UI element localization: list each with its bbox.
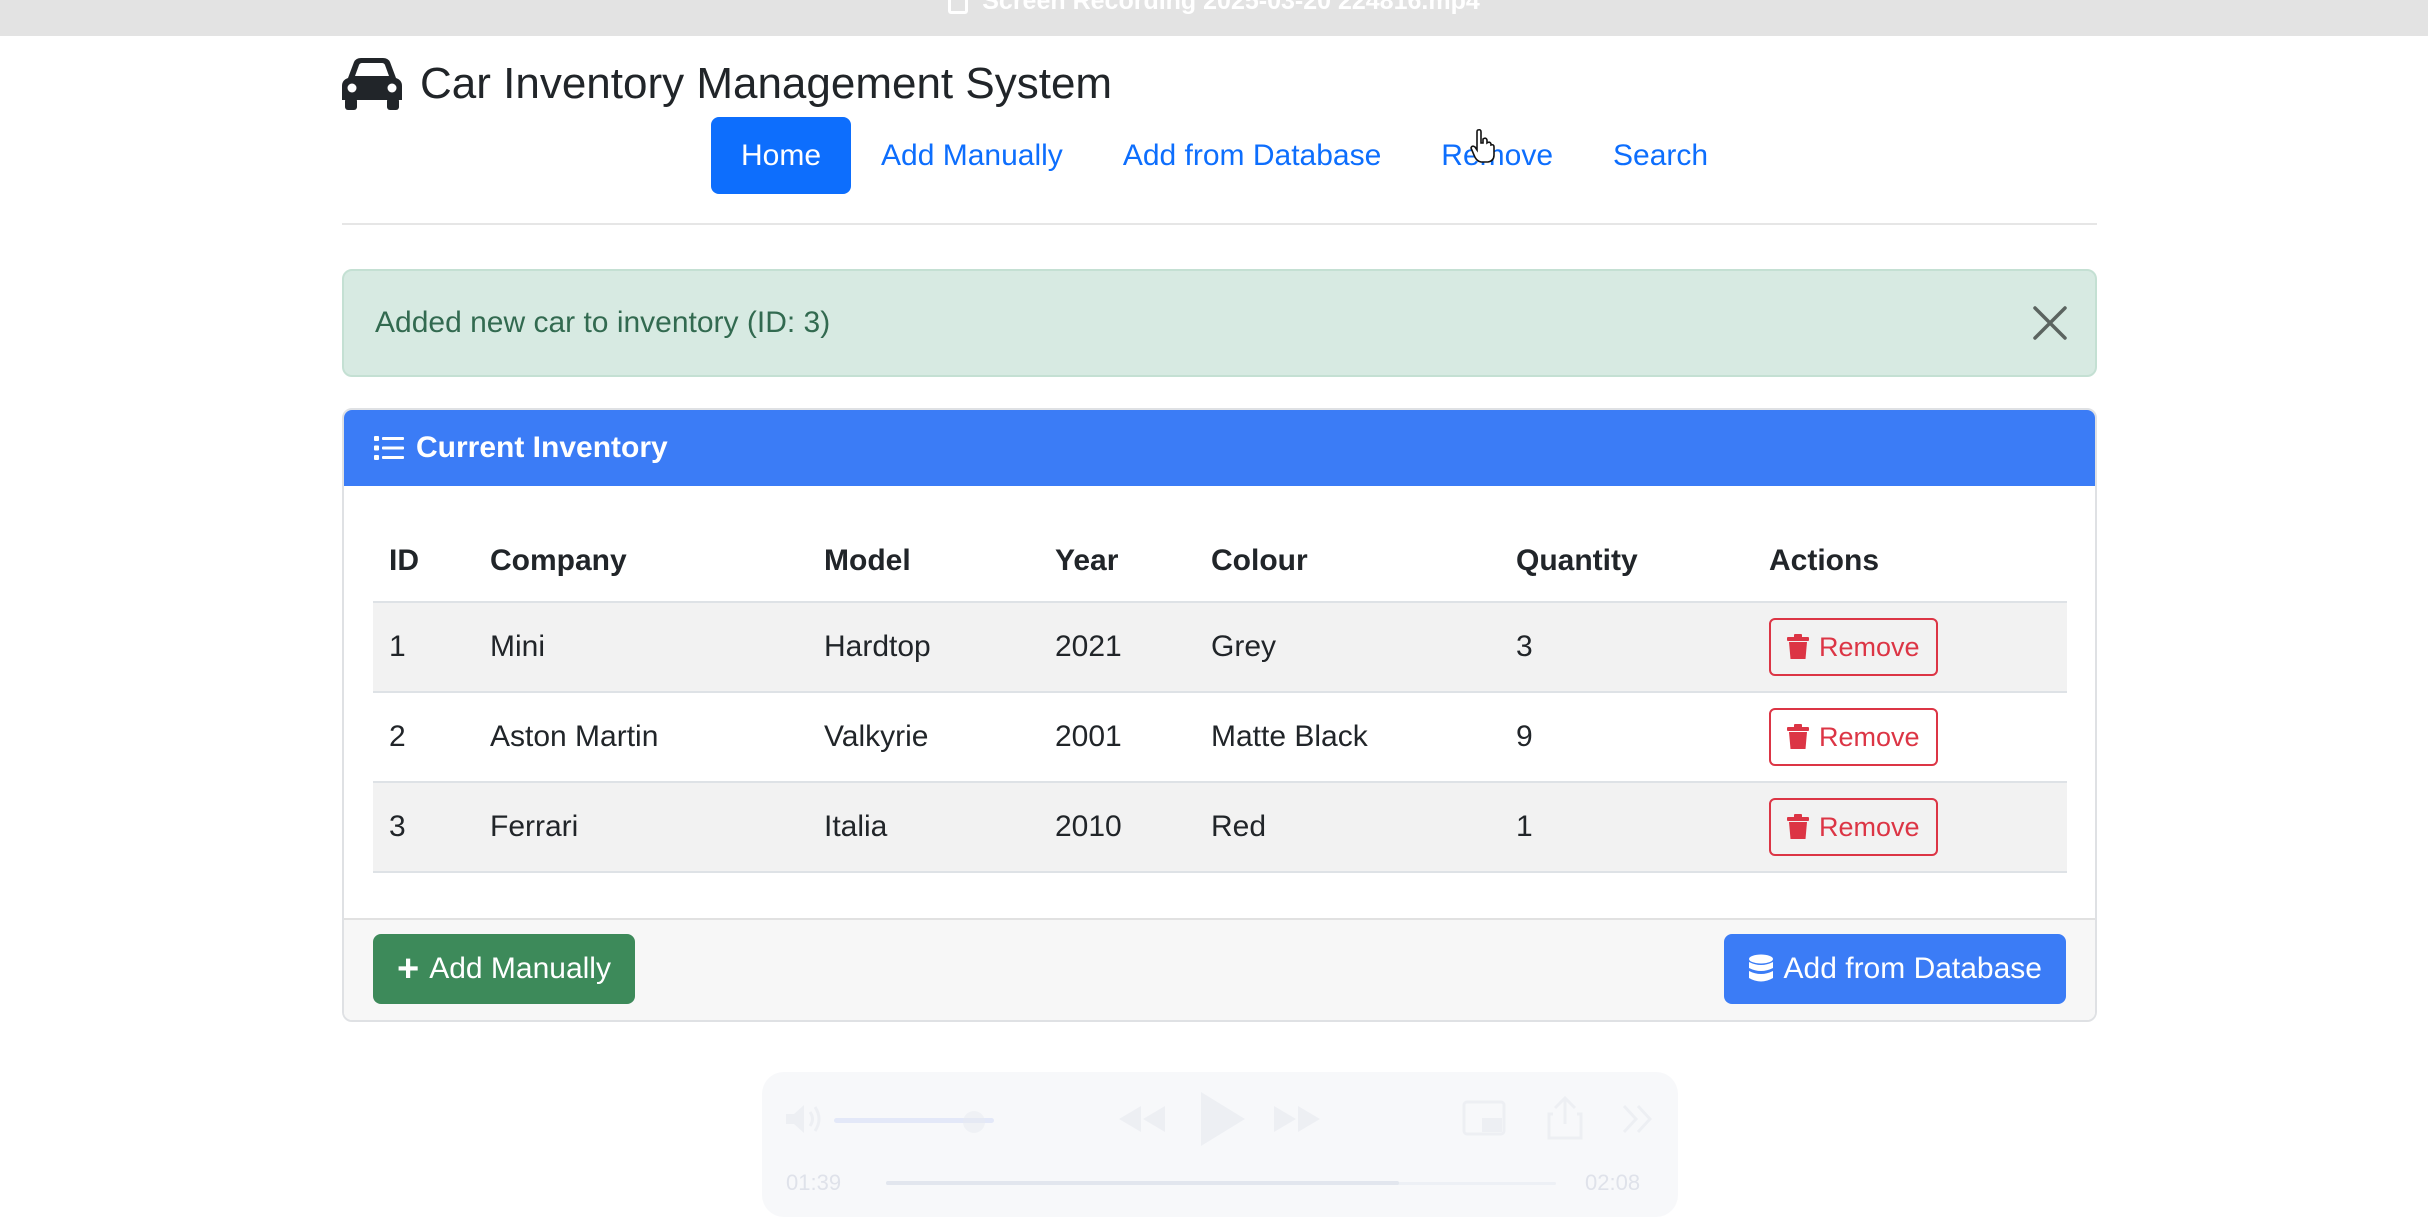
seek-bar-progress	[886, 1181, 1399, 1185]
column-header-id: ID	[373, 521, 474, 603]
cell-colour: Grey	[1195, 602, 1500, 693]
trash-icon	[1787, 634, 1809, 659]
table-row: 1 Mini Hardtop 2021 Grey 3 Remove	[373, 602, 2067, 693]
nav-home[interactable]: Home	[711, 117, 852, 194]
cell-year: 2001	[1039, 692, 1195, 783]
column-header-model: Model	[808, 521, 1039, 603]
cell-quantity: 1	[1500, 782, 1753, 873]
close-icon[interactable]	[2031, 304, 2069, 342]
total-duration: 02:08	[1585, 1170, 1641, 1195]
add-from-database-button[interactable]: Add from Database	[1723, 934, 2066, 1004]
cell-quantity: 3	[1500, 602, 1753, 693]
table-row: 2 Aston Martin Valkyrie 2001 Matte Black…	[373, 692, 2067, 783]
alert-message: Added new car to inventory (ID: 3)	[375, 306, 831, 339]
column-header-quantity: Quantity	[1500, 521, 1753, 603]
cell-company: Ferrari	[474, 782, 808, 873]
cell-id: 3	[373, 782, 474, 873]
window-title-wrap: Screen Recording 2025-03-20 224816.mp4	[0, 0, 2428, 16]
table-header-row: ID Company Model Year Colour Quantity Ac…	[373, 521, 2067, 603]
picture-in-picture-icon[interactable]	[1462, 1100, 1506, 1140]
video-player-controls: 01:39 02:08	[762, 1072, 1678, 1217]
nav-search[interactable]: Search	[1583, 117, 1738, 194]
main-nav: Home Add Manually Add from Database Remo…	[711, 117, 1738, 194]
inventory-card-header: Current Inventory	[344, 410, 2095, 486]
fast-forward-icon[interactable]	[1272, 1102, 1322, 1136]
page-title: Car Inventory Management System	[420, 59, 1113, 108]
cell-year: 2010	[1039, 782, 1195, 873]
inventory-card-footer: + Add Manually Add from Database	[344, 918, 2095, 1020]
window-title: Screen Recording 2025-03-20 224816.mp4	[982, 0, 1480, 15]
volume-knob-icon[interactable]	[962, 1110, 986, 1134]
cell-quantity: 9	[1500, 692, 1753, 783]
column-header-year: Year	[1039, 521, 1195, 603]
document-icon	[948, 0, 969, 15]
remove-button[interactable]: Remove	[1769, 708, 1938, 766]
cell-model: Valkyrie	[808, 692, 1039, 783]
car-icon	[342, 58, 402, 110]
trash-icon	[1787, 814, 1809, 839]
nav-remove[interactable]: Remove	[1411, 117, 1583, 194]
column-header-actions: Actions	[1753, 521, 2067, 603]
window-titlebar: Screen Recording 2025-03-20 224816.mp4	[0, 0, 2428, 36]
success-alert: Added new car to inventory (ID: 3)	[342, 269, 2097, 377]
inventory-card: Current Inventory ID Company Model Year …	[342, 408, 2097, 1022]
cell-model: Hardtop	[808, 602, 1039, 693]
rewind-icon[interactable]	[1117, 1102, 1167, 1136]
cell-actions: Remove	[1753, 692, 2067, 783]
hand-cursor-icon	[1470, 128, 1495, 163]
cell-actions: Remove	[1753, 782, 2067, 873]
add-manually-button[interactable]: + Add Manually	[373, 934, 635, 1004]
volume-icon[interactable]	[784, 1102, 824, 1136]
cell-id: 1	[373, 602, 474, 693]
inventory-title: Current Inventory	[416, 431, 668, 464]
plus-icon: +	[397, 948, 420, 990]
cell-actions: Remove	[1753, 602, 2067, 693]
play-icon[interactable]	[1197, 1090, 1247, 1148]
cell-company: Mini	[474, 602, 808, 693]
elapsed-time: 01:39	[786, 1170, 842, 1195]
cell-company: Aston Martin	[474, 692, 808, 783]
more-icon[interactable]	[1620, 1102, 1654, 1136]
nav-add-from-database[interactable]: Add from Database	[1093, 117, 1411, 194]
share-icon[interactable]	[1547, 1096, 1583, 1140]
remove-button[interactable]: Remove	[1769, 798, 1938, 856]
column-header-company: Company	[474, 521, 808, 603]
add-manually-label: Add Manually	[429, 952, 611, 985]
cell-year: 2021	[1039, 602, 1195, 693]
cell-colour: Matte Black	[1195, 692, 1500, 783]
nav-add-manually[interactable]: Add Manually	[851, 117, 1093, 194]
inventory-table: ID Company Model Year Colour Quantity Ac…	[373, 521, 2067, 873]
column-header-colour: Colour	[1195, 521, 1500, 603]
trash-icon	[1787, 724, 1809, 749]
remove-button[interactable]: Remove	[1769, 618, 1938, 676]
database-icon	[1748, 954, 1773, 982]
brand[interactable]: Car Inventory Management System	[340, 52, 1112, 116]
header-divider	[342, 223, 2097, 225]
cell-colour: Red	[1195, 782, 1500, 873]
remove-button-label: Remove	[1819, 721, 1920, 752]
list-icon	[374, 436, 404, 460]
remove-button-label: Remove	[1819, 631, 1920, 662]
remove-button-label: Remove	[1819, 811, 1920, 842]
table-row: 3 Ferrari Italia 2010 Red 1 Remove	[373, 782, 2067, 873]
add-from-database-label: Add from Database	[1783, 952, 2042, 985]
cell-model: Italia	[808, 782, 1039, 873]
cell-id: 2	[373, 692, 474, 783]
